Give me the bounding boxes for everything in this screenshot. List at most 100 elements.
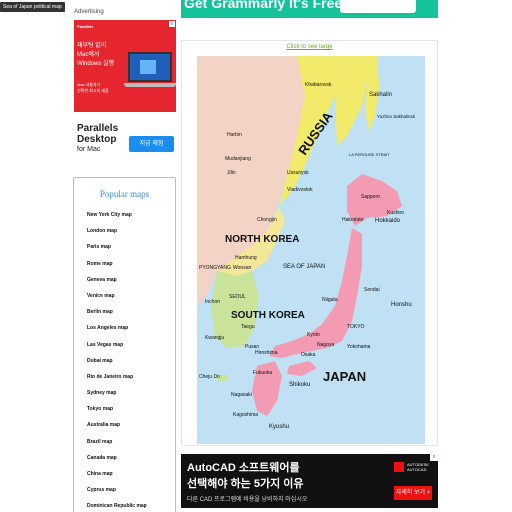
city-harbin: Harbin xyxy=(227,132,242,138)
popular-maps-list: New York City map London map Paris map R… xyxy=(87,212,147,512)
city-sapporo: Sapporo xyxy=(361,194,380,200)
autocad-ad-line2: 선택해야 하는 5가지 이유 xyxy=(187,478,304,490)
popular-map-link[interactable]: London map xyxy=(87,228,147,244)
city-inchon: Inchon xyxy=(205,299,220,305)
popular-maps-title: Popular maps xyxy=(99,189,150,199)
map-svg: RUSSIA NORTH KOREA SOUTH KOREA JAPAN SEA… xyxy=(197,56,425,444)
grammarly-ad[interactable]: Get Grammarly It's Free xyxy=(181,0,438,18)
headline-line: Windows 실행 xyxy=(77,61,115,67)
city-hakodate: Hakodate xyxy=(342,217,364,223)
popular-maps-box: Popular maps New York City map London ma… xyxy=(73,177,176,512)
page: Sea of Japan political map Advertising P… xyxy=(0,0,512,512)
sakhalin-label: Sakhalin xyxy=(369,92,392,98)
autocad-ad[interactable]: AutoCAD 소프트웨어를 선택해야 하는 5가지 이유 다른 CAD 프로그… xyxy=(181,454,438,508)
parallels-headline: 재부팅 없이 Mac에서 Windows 실행 xyxy=(77,42,125,69)
parallels-ad[interactable]: Parallels x 재부팅 없이 Mac에서 Windows 실행 Mac … xyxy=(74,20,176,170)
popular-map-link[interactable]: Australia map xyxy=(87,422,147,438)
parallels-subline: Mac 사용자가 선택한 최고의 제품 xyxy=(77,82,125,94)
subline-line: 선택한 최고의 제품 xyxy=(77,88,109,93)
grammarly-ad-button[interactable] xyxy=(340,0,416,13)
advertising-label: Advertising xyxy=(74,9,104,15)
city-chongjin: Chongjin xyxy=(257,217,277,223)
laptop-screen xyxy=(128,52,172,82)
parallels-cta-button[interactable]: 지금 체험 xyxy=(129,136,174,152)
city-kushiro: Kushiro xyxy=(387,210,404,216)
popular-map-link[interactable]: New York City map xyxy=(87,212,147,228)
map-panel: Click to see large RUSSIA NORTH KOREA SO… xyxy=(181,40,438,446)
south-korea-label: SOUTH KOREA xyxy=(231,310,305,321)
sea-of-japan-map-image[interactable]: RUSSIA NORTH KOREA SOUTH KOREA JAPAN SEA… xyxy=(197,56,425,444)
popular-map-link[interactable]: Sydney map xyxy=(87,390,147,406)
city-fukuoka: Fukuoka xyxy=(253,370,272,376)
autodesk-logo-text: AUTODESK AUTOCAD xyxy=(407,462,437,472)
popular-map-link[interactable]: Rome map xyxy=(87,261,147,277)
city-jilin: Jilin xyxy=(227,170,236,176)
parallels-brand-sub: for Mac xyxy=(77,146,101,153)
city-hamhung: Hamhung xyxy=(235,255,257,261)
autocad-ad-line3: 다른 CAD 프로그램에 비용을 낭비하지 마십시오 xyxy=(187,497,308,503)
city-ussuriysk: Ussuriysk xyxy=(287,170,309,176)
city-nagoya: Nagoya xyxy=(317,342,334,348)
popular-map-link[interactable]: Paris map xyxy=(87,244,147,260)
popular-map-link[interactable]: Canada map xyxy=(87,455,147,471)
windows-logo-icon xyxy=(140,60,156,74)
city-kwangju: Kwangju xyxy=(205,335,224,341)
city-hiroshima: Hiroshima xyxy=(255,350,278,356)
sea-of-japan-label: SEA OF JAPAN xyxy=(283,264,325,270)
city-taegu: Taegu xyxy=(241,324,255,330)
autodesk-logo-icon xyxy=(394,462,404,472)
popular-map-link[interactable]: China map xyxy=(87,471,147,487)
north-korea-label: NORTH KOREA xyxy=(225,234,299,245)
popular-map-link[interactable]: Tokyo map xyxy=(87,406,147,422)
click-to-see-large-link[interactable]: Click to see large xyxy=(182,44,437,50)
popular-map-link[interactable]: Rio de Janeiro map xyxy=(87,374,147,390)
city-sendai: Sendai xyxy=(364,287,380,293)
hokkaido-label: Hokkaido xyxy=(375,218,401,224)
city-vladivostok: Vladivostok xyxy=(287,187,313,193)
city-tokyo: TOKYO xyxy=(347,324,365,330)
headline-line: Mac에서 xyxy=(77,52,100,58)
autocad-cta-button[interactable]: 자세히 보기 > xyxy=(394,486,432,500)
ad-close-icon[interactable]: x xyxy=(430,454,438,461)
laptop-base xyxy=(124,83,176,87)
city-kagoshima: Kagoshima xyxy=(233,412,258,418)
city-yuzhno-sakhalinsk: Yuzhno Sakhalinsk xyxy=(377,114,416,119)
city-nagasaki: Nagasaki xyxy=(231,392,252,398)
brand-line: Parallels xyxy=(77,123,119,134)
logo-line: AUTOCAD xyxy=(407,467,427,472)
city-pyongyang: PYONGYANG xyxy=(199,265,231,271)
autocad-ad-line1: AutoCAD 소프트웨어를 xyxy=(187,462,300,474)
honshu-label: Honshu xyxy=(391,302,412,308)
la-perouse-label: LA PEROUSE STRAIT xyxy=(349,152,390,157)
headline-line: 재부팅 없이 xyxy=(77,43,107,49)
popular-map-link[interactable]: Geneva map xyxy=(87,277,147,293)
parallels-brand: Parallels Desktop xyxy=(77,123,118,145)
brand-line: Desktop xyxy=(77,134,117,145)
city-osaka: Osaka xyxy=(301,352,316,358)
popular-map-link[interactable]: Los Angeles map xyxy=(87,325,147,341)
popular-map-link[interactable]: Berlin map xyxy=(87,309,147,325)
popular-map-link[interactable]: Brazil map xyxy=(87,439,147,455)
city-seoul: SEOUL xyxy=(229,294,246,300)
popular-map-link[interactable]: Las Vegas map xyxy=(87,342,147,358)
tooltip: Sea of Japan political map xyxy=(0,2,65,12)
grammarly-ad-text: Get Grammarly It's Free xyxy=(184,0,343,11)
popular-map-link[interactable]: Cyprus map xyxy=(87,487,147,503)
city-wonsan: Wonsan xyxy=(233,265,251,271)
city-yokohama: Yokohama xyxy=(347,344,371,350)
popular-map-link[interactable]: Venice map xyxy=(87,293,147,309)
laptop-image xyxy=(124,50,176,90)
kyushu-label: Kyushu xyxy=(269,424,289,430)
japan-label: JAPAN xyxy=(323,369,366,384)
popular-map-link[interactable]: Dubai map xyxy=(87,358,147,374)
shikoku-label: Shikoku xyxy=(289,382,310,388)
city-mudanjiang: Mudanjiang xyxy=(225,156,251,162)
popular-map-link[interactable]: Dominican Republic map xyxy=(87,503,147,512)
city-niigata: Niigata xyxy=(322,297,338,303)
parallels-brand-small: Parallels xyxy=(77,24,94,29)
city-kyoto: Kyoto xyxy=(307,332,320,338)
city-cheju: Cheju Do xyxy=(199,374,220,380)
parallels-ad-banner[interactable]: Parallels x 재부팅 없이 Mac에서 Windows 실행 Mac … xyxy=(74,20,176,112)
ad-close-icon[interactable]: x xyxy=(169,21,175,27)
city-khabarovsk: Khabarovsk xyxy=(305,82,332,88)
